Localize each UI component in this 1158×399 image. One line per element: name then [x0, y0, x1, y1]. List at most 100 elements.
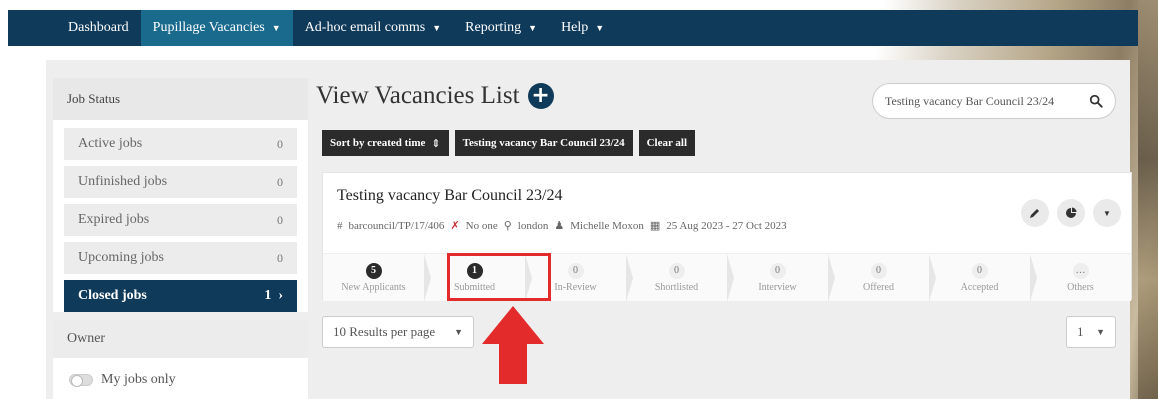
results-per-page-select[interactable]: 10 Results per page ▼ [322, 316, 474, 348]
caret-down-icon: ▼ [595, 23, 605, 33]
background-photo-edge [1138, 0, 1158, 399]
stage-shortlisted[interactable]: 0 Shortlisted [626, 254, 734, 302]
stage-count: 0 [668, 262, 685, 279]
sidebar-item-closed-jobs[interactable]: Closed jobs 1 › [64, 280, 297, 312]
active-filter-chip[interactable]: Testing vacancy Bar Council 23/24 [454, 130, 633, 156]
stage-new-applicants[interactable]: 5 New Applicants [323, 254, 431, 302]
owner-filter: My jobs only [53, 358, 308, 399]
results-per-page-value: 10 Results per page [333, 324, 436, 339]
page-left-edge [0, 0, 8, 399]
stage-accepted[interactable]: 0 Accepted [929, 254, 1037, 302]
search-box [872, 83, 1116, 119]
plus-icon: + [531, 83, 550, 108]
my-jobs-only-label: My jobs only [101, 372, 176, 387]
job-title[interactable]: Testing vacancy Bar Council 23/24 [337, 187, 563, 205]
more-options-button[interactable]: ▼ [1093, 199, 1121, 227]
nav-help-label: Help [561, 20, 589, 35]
caret-down-icon: ▼ [528, 23, 538, 33]
sidebar-item-count: 0 [277, 174, 283, 189]
sidebar-item-label: Upcoming jobs [78, 250, 164, 265]
job-status-header: Job Status [53, 78, 308, 120]
stage-label: Shortlisted [654, 281, 699, 293]
sort-label: Sort by created time [330, 137, 426, 149]
nav-help[interactable]: Help ▼ [549, 10, 616, 46]
stage-count: 5 [365, 262, 382, 279]
vacancies-main: View Vacancies List + Sort by created ti… [316, 78, 1132, 348]
my-jobs-only-toggle[interactable] [69, 374, 93, 387]
report-button[interactable] [1057, 199, 1085, 227]
red-arrow-annotation [482, 306, 544, 384]
stage-label: In-Review [554, 281, 597, 293]
stage-label: Accepted [960, 281, 999, 293]
clear-all-button[interactable]: Clear all [638, 130, 696, 156]
caret-down-icon: ▼ [271, 23, 281, 33]
vacancy-card: Testing vacancy Bar Council 23/24 # barc… [322, 172, 1132, 302]
sidebar-item-count: 0 [277, 250, 283, 265]
pencil-icon [1030, 209, 1039, 218]
sidebar-item-count: 1 › [264, 288, 283, 304]
sidebar-item-label: Expired jobs [78, 212, 150, 227]
stage-count: 0 [769, 262, 786, 279]
job-meta: # barcouncil/TP/17/406 ✗ No one ⚲ london… [337, 219, 787, 233]
job-visibility: No one [465, 219, 498, 232]
nav-adhoc-email[interactable]: Ad-hoc email comms ▼ [293, 10, 453, 46]
my-jobs-only-row: My jobs only [69, 372, 292, 388]
stage-submitted[interactable]: 1 Submitted [424, 254, 532, 302]
search-icon[interactable] [1089, 94, 1103, 108]
sort-icon: ⇕ [431, 137, 441, 150]
page-select[interactable]: 1 ▼ [1066, 316, 1116, 348]
edit-button[interactable] [1021, 199, 1049, 227]
pie-chart-icon [1066, 207, 1077, 218]
job-dates: 25 Aug 2023 - 27 Oct 2023 [666, 219, 787, 232]
hash-icon: # [337, 219, 343, 232]
stage-interview[interactable]: 0 Interview [727, 254, 835, 302]
job-status-list: Active jobs 0 Unfinished jobs 0 Expired … [53, 120, 308, 312]
stage-others[interactable]: … Others [1030, 254, 1131, 301]
calendar-icon: ▦ [649, 220, 661, 232]
ellipsis-icon: … [1072, 262, 1089, 279]
user-icon: ♟ [554, 220, 565, 232]
top-navbar: Dashboard Pupillage Vacancies ▼ Ad-hoc e… [8, 10, 1138, 46]
stage-count: 0 [870, 262, 887, 279]
filter-chips: Sort by created time ⇕ Testing vacancy B… [322, 130, 696, 156]
clear-all-label: Clear all [646, 137, 688, 149]
job-reference: barcouncil/TP/17/406 [348, 219, 445, 232]
caret-down-icon: ▼ [432, 23, 442, 33]
stage-count: 1 [466, 262, 483, 279]
job-location: london [517, 219, 549, 232]
nav-dashboard[interactable]: Dashboard [56, 10, 141, 46]
sidebar-item-expired-jobs[interactable]: Expired jobs 0 [64, 204, 297, 236]
sidebar-item-count: 0 [277, 212, 283, 227]
sidebar-item-label: Active jobs [78, 136, 143, 151]
stage-label: Submitted [453, 281, 496, 293]
sidebar-item-upcoming-jobs[interactable]: Upcoming jobs 0 [64, 242, 297, 274]
sidebar-item-label: Unfinished jobs [78, 174, 168, 189]
sidebar-item-unfinished-jobs[interactable]: Unfinished jobs 0 [64, 166, 297, 198]
sidebar-item-active-jobs[interactable]: Active jobs 0 [64, 128, 297, 160]
stage-label: Offered [863, 281, 894, 293]
sidebar-item-count: 0 [277, 136, 283, 151]
sort-button[interactable]: Sort by created time ⇕ [322, 130, 449, 156]
nav-dashboard-label: Dashboard [68, 20, 129, 35]
add-vacancy-button[interactable]: + [527, 83, 554, 109]
nav-reporting[interactable]: Reporting ▼ [453, 10, 549, 46]
job-status-sidebar: Job Status Active jobs 0 Unfinished jobs… [53, 78, 308, 399]
stage-label: New Applicants [341, 281, 406, 293]
stage-label: Interview [758, 281, 797, 293]
owner-header: Owner [53, 320, 308, 358]
chevron-down-icon: ▼ [454, 327, 463, 337]
stage-offered[interactable]: 0 Offered [828, 254, 936, 302]
search-input[interactable] [885, 93, 1065, 109]
closed-jobs-count: 1 [264, 288, 272, 303]
active-filter-label: Testing vacancy Bar Council 23/24 [462, 137, 625, 149]
stage-count: 0 [567, 262, 584, 279]
pipeline-stages: 5 New Applicants 1 Submitted 0 In-Review… [323, 253, 1131, 302]
nav-pupillage-vacancies[interactable]: Pupillage Vacancies ▼ [140, 10, 293, 46]
nav-pupillage-label: Pupillage Vacancies [152, 20, 265, 35]
caret-down-icon: ▼ [1103, 208, 1111, 218]
chevron-right-icon: › [274, 288, 283, 303]
chevron-down-icon: ▼ [1096, 327, 1105, 337]
job-owner: Michelle Moxon [570, 219, 644, 232]
eye-slash-icon: ✗ [450, 220, 460, 232]
stage-in-review[interactable]: 0 In-Review [525, 254, 633, 302]
